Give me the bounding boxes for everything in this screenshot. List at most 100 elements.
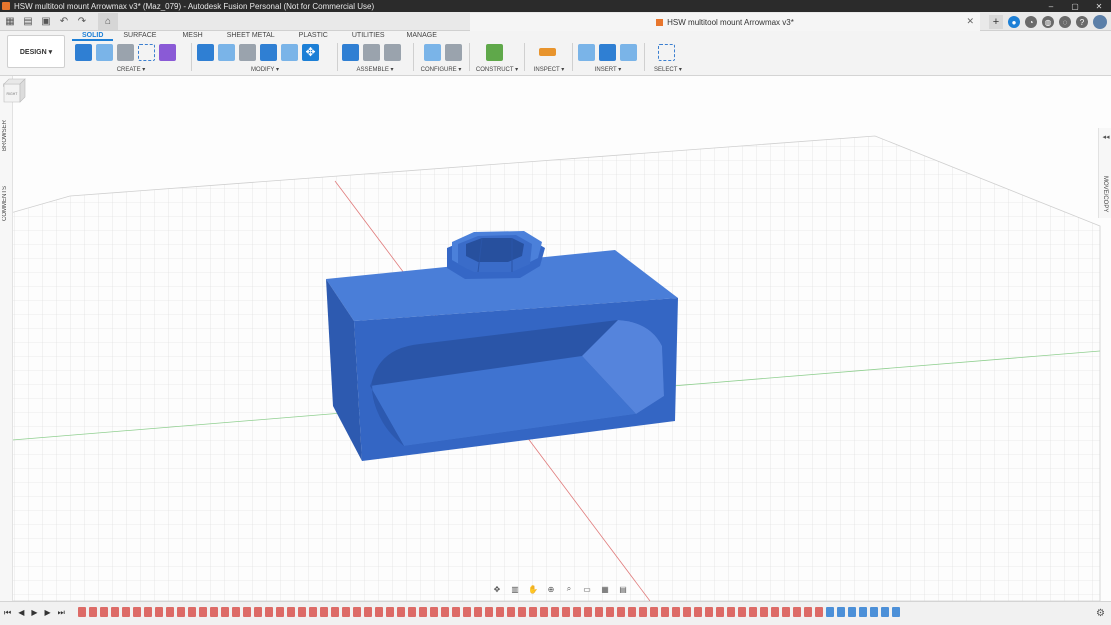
timeline-feature-marker[interactable] [210,607,218,617]
timeline-feature-marker[interactable] [485,607,493,617]
timeline-feature-marker[interactable] [474,607,482,617]
timeline-feature-marker[interactable] [705,607,713,617]
offset-plane-icon[interactable] [486,43,503,61]
timeline-feature-marker[interactable] [694,607,702,617]
timeline-feature-marker[interactable] [166,607,174,617]
insert-menu[interactable]: INSERT ▾ [575,66,641,73]
timeline-feature-marker[interactable] [848,607,856,617]
timeline-feature-marker[interactable] [606,607,614,617]
timeline-feature-marker[interactable] [441,607,449,617]
timeline-feature-marker[interactable] [133,607,141,617]
timeline-feature-marker[interactable] [881,607,889,617]
select-menu[interactable]: SELECT ▾ [647,66,689,73]
timeline-feature-marker[interactable] [452,607,460,617]
document-tab[interactable]: HSW multitool mount Arrowmax v3* ✕ [470,13,980,31]
timeline-feature-marker[interactable] [892,607,900,617]
tab-surface[interactable]: SURFACE [113,31,166,41]
timeline-feature-marker[interactable] [639,607,647,617]
timeline-settings-gear-icon[interactable]: ⚙ [1096,608,1105,619]
shell-icon[interactable] [239,43,256,61]
move-copy-panel-tab[interactable]: MOVE/COPY [1102,176,1108,212]
timeline-feature-marker[interactable] [199,607,207,617]
grid-settings-icon[interactable]: ▦ [598,585,612,594]
timeline-feature-marker[interactable] [628,607,636,617]
hole-icon[interactable] [117,43,134,61]
timeline-feature-marker[interactable] [397,607,405,617]
split-body-icon[interactable] [281,43,298,61]
timeline-feature-marker[interactable] [683,607,691,617]
timeline-feature-marker[interactable] [738,607,746,617]
minimize-button[interactable]: – [1039,0,1063,12]
timeline-feature-marker[interactable] [375,607,383,617]
timeline-feature-marker[interactable] [100,607,108,617]
timeline-feature-marker[interactable] [595,607,603,617]
go-to-end-icon[interactable]: ⏭ [58,608,65,618]
job-status-icon[interactable]: ◔ [1025,16,1037,28]
tab-manage[interactable]: MANAGE [395,31,447,41]
play-icon[interactable]: ▶ [31,608,37,618]
construct-menu[interactable]: CONSTRUCT ▾ [472,66,522,73]
viewports-icon[interactable]: ▤ [616,585,630,594]
close-document-icon[interactable]: ✕ [966,16,974,27]
pan-icon[interactable]: ✋ [526,585,540,594]
configure-menu[interactable]: CONFIGURE ▾ [416,66,466,73]
timeline-feature-marker[interactable] [353,607,361,617]
timeline-feature-marker[interactable] [826,607,834,617]
data-panel-grid-icon[interactable]: ▦ [4,15,16,27]
timeline-feature-marker[interactable] [540,607,548,617]
new-assembly-component-icon[interactable] [342,43,359,61]
timeline-feature-marker[interactable] [254,607,262,617]
timeline-feature-marker[interactable] [760,607,768,617]
timeline-feature-marker[interactable] [727,607,735,617]
parameters-icon[interactable] [424,43,441,61]
online-status-icon[interactable]: ◍ [1042,16,1054,28]
insert-derive-icon[interactable] [578,43,595,61]
browser-panel-tab[interactable]: BROWSER [2,120,8,151]
maximize-button[interactable]: ▢ [1063,0,1087,12]
move-copy-icon[interactable]: ✥ [302,43,319,61]
undo-icon[interactable]: ↶ [58,15,70,27]
timeline-feature-marker[interactable] [573,607,581,617]
tab-mesh[interactable]: MESH [166,31,212,41]
file-menu-icon[interactable]: ▤ [22,15,34,27]
as-built-joint-icon[interactable] [384,43,401,61]
timeline-feature-marker[interactable] [529,607,537,617]
user-avatar[interactable] [1093,15,1107,29]
extrude-icon[interactable] [96,43,113,61]
collapse-panel-icon[interactable]: ◂◂ [1100,131,1111,143]
window-select-icon[interactable] [658,43,675,61]
inspect-menu[interactable]: INSPECT ▾ [527,66,571,73]
timeline-feature-marker[interactable] [716,607,724,617]
tab-solid[interactable]: SOLID [72,31,114,41]
timeline-feature-marker[interactable] [870,607,878,617]
timeline-feature-marker[interactable] [782,607,790,617]
timeline-feature-marker[interactable] [837,607,845,617]
timeline-feature-marker[interactable] [320,607,328,617]
zoom-icon[interactable]: ⊕ [544,585,558,594]
configurations-table-icon[interactable] [445,43,462,61]
tab-utilities[interactable]: UTILITIES [338,31,395,41]
timeline-feature-marker[interactable] [243,607,251,617]
hex-boss[interactable] [447,231,545,279]
notifications-icon[interactable]: ◌ [1059,16,1071,28]
timeline-feature-marker[interactable] [804,607,812,617]
go-to-start-icon[interactable]: ⏮ [4,608,11,618]
display-settings-icon[interactable]: ▭ [580,585,594,594]
timeline-feature-marker[interactable] [287,607,295,617]
redo-icon[interactable]: ↷ [76,15,88,27]
timeline-feature-marker[interactable] [221,607,229,617]
timeline-feature-marker[interactable] [408,607,416,617]
timeline-feature-marker[interactable] [507,607,515,617]
timeline-feature-marker[interactable] [672,607,680,617]
tab-sheet-metal[interactable]: SHEET METAL [213,31,285,41]
form-icon[interactable] [159,43,176,61]
timeline-feature-marker[interactable] [177,607,185,617]
press-pull-icon[interactable] [197,43,214,61]
workspace-switcher-button[interactable]: DESIGN ▾ [7,35,65,68]
timeline-feature-marker[interactable] [89,607,97,617]
timeline-feature-marker[interactable] [155,607,163,617]
timeline-feature-marker[interactable] [562,607,570,617]
new-tab-plus-icon[interactable]: + [989,15,1003,29]
timeline-feature-marker[interactable] [496,607,504,617]
timeline-feature-marker[interactable] [309,607,317,617]
